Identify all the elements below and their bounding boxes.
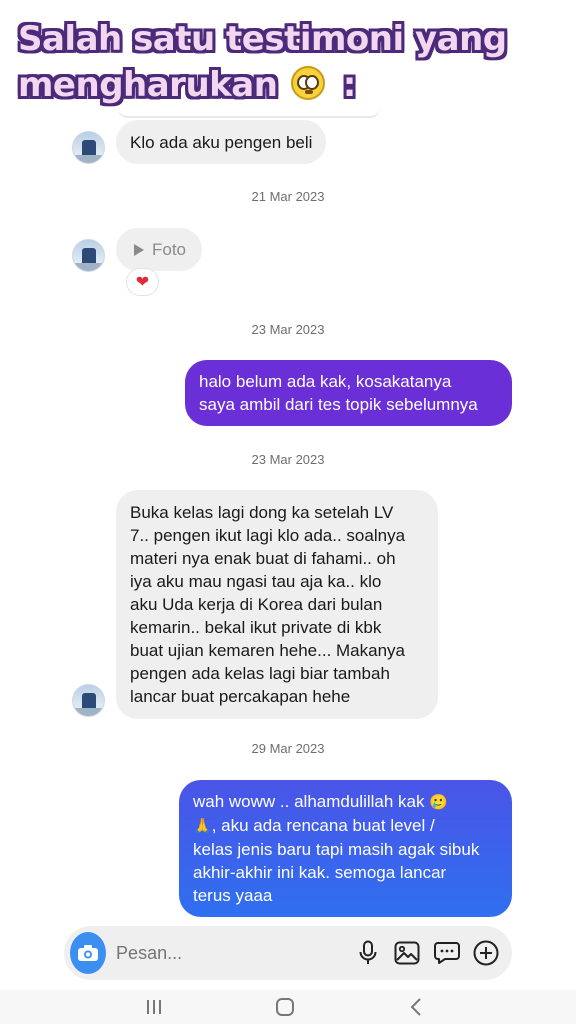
headline-line-2-text: mengharukan [18, 65, 278, 105]
message-line: lancar buat percakapan hehe [130, 687, 351, 706]
message-line: akhir-akhir ini kak. semoga lancar [193, 863, 447, 882]
home-button[interactable] [265, 994, 305, 1020]
headline: Salah satu testimoni yang mengharukan : [18, 16, 558, 108]
microphone-button[interactable] [348, 930, 387, 976]
sender-avatar[interactable] [72, 131, 105, 164]
headline-line-1: Salah satu testimoni yang [18, 19, 507, 59]
sticker-icon [433, 942, 460, 964]
message-line: iya aku mau ngasi tau aja ka.. klo [130, 572, 382, 591]
incoming-message[interactable]: Klo ada aku pengen beli [116, 120, 327, 164]
back-icon [410, 998, 421, 1016]
gallery-button[interactable] [388, 930, 427, 976]
message-line: buat ujian kemaren hehe... Makanya [130, 641, 406, 660]
home-icon [276, 998, 294, 1016]
heart-reaction[interactable]: ❤ [126, 268, 159, 296]
sender-avatar[interactable] [72, 684, 105, 717]
sender-avatar[interactable] [72, 239, 105, 272]
headline-line-2: mengharukan : [18, 62, 558, 108]
recent-apps-button[interactable] [134, 994, 174, 1020]
message-line: halo belum ada kak, kosakatanya [199, 372, 452, 391]
timestamp: 23 Mar 2023 [251, 322, 325, 337]
message-line: aku Uda kerja di Korea dari bulan [130, 595, 383, 614]
add-icon [473, 940, 499, 966]
message-line: saya ambil dari tes topik sebelumnya [199, 395, 478, 414]
headline-colon: : [342, 65, 357, 105]
heart-icon: ❤ [135, 274, 150, 291]
message-line: terus yaaa [193, 886, 273, 905]
message-line: kemarin.. bekal ikut private di kbk [130, 618, 382, 637]
message-composer [64, 926, 512, 980]
timestamp: 21 Mar 2023 [251, 189, 325, 204]
microphone-icon [359, 940, 377, 964]
photo-label: Foto [152, 240, 187, 259]
message-line: 7.. pengen ikut lagi klo ada.. soalnya [130, 526, 406, 545]
previous-message-edge [118, 108, 380, 118]
message-line: kelas jenis baru tapi masih agak sibuk [193, 840, 480, 859]
timestamp: 29 Mar 2023 [251, 741, 325, 756]
outgoing-message[interactable]: halo belum ada kak, kosakatanya saya amb… [185, 360, 512, 426]
message-line: 🙏, aku ada rencana buat level / [193, 814, 498, 838]
system-navigation-bar [0, 990, 576, 1024]
message-input[interactable] [116, 942, 349, 964]
folded-hands-icon: 🙏 [193, 818, 212, 835]
outgoing-message[interactable]: wah woww .. alhamdulillah kak 🥲 🙏, aku a… [179, 780, 512, 917]
timestamp: 23 Mar 2023 [251, 452, 325, 467]
camera-icon [78, 945, 99, 961]
play-icon [134, 243, 144, 256]
camera-button[interactable] [70, 932, 107, 974]
recent-apps-icon [147, 1000, 161, 1014]
smiling-face-with-tear-icon: 🥲 [429, 794, 448, 811]
message-text: Klo ada aku pengen beli [130, 133, 313, 152]
message-line: wah woww .. alhamdulillah kak 🥲 [193, 790, 498, 814]
sticker-button[interactable] [427, 930, 466, 976]
add-button[interactable] [467, 930, 506, 976]
incoming-message[interactable]: Buka kelas lagi dong ka setelah LV 7.. p… [116, 490, 438, 719]
message-line: Buka kelas lagi dong ka setelah LV [130, 503, 394, 522]
photo-message[interactable]: Foto [116, 228, 203, 271]
message-line: pengen ada kelas lagi biar tambah [130, 664, 390, 683]
pleading-face-icon [291, 66, 326, 100]
image-icon [394, 941, 420, 965]
back-button[interactable] [396, 994, 436, 1020]
message-line: materi nya enak buat di fahami.. oh [130, 549, 396, 568]
